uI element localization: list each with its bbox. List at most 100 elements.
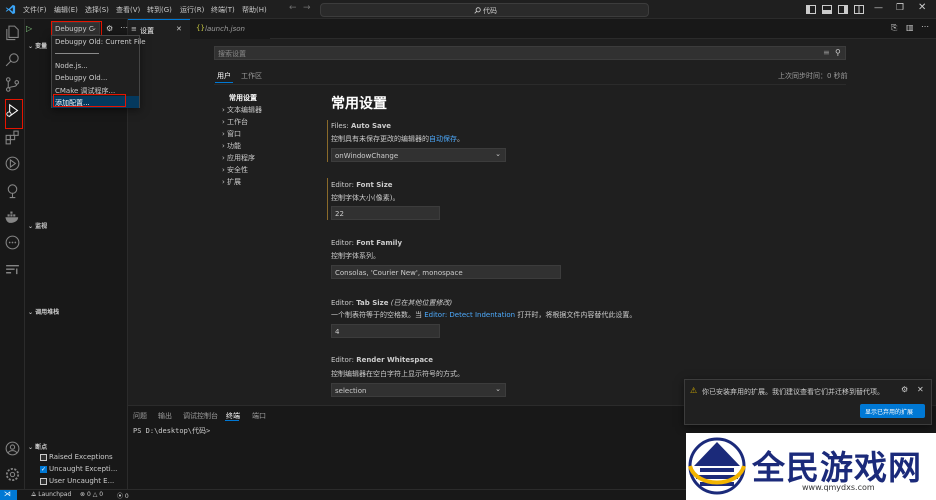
back-arrow-icon[interactable]: ←: [289, 3, 297, 13]
menu-terminal[interactable]: 终端(T): [211, 5, 235, 15]
cmake-icon[interactable]: [4, 260, 21, 277]
toc-item-workbench[interactable]: › 工作台: [222, 117, 248, 127]
more-actions-icon[interactable]: ⋯: [921, 22, 929, 31]
render-whitespace-select[interactable]: selection ⌄: [331, 383, 506, 397]
menu-help[interactable]: 帮助(H): [242, 5, 267, 15]
remote-indicator[interactable]: ⋊: [0, 490, 17, 500]
menu-run[interactable]: 运行(R): [180, 5, 204, 15]
start-debugging-icon[interactable]: ▷: [26, 24, 36, 34]
dropdown-item[interactable]: Debugpy Old: Current File: [55, 38, 146, 46]
toc-item-extensions[interactable]: › 扩展: [222, 177, 241, 187]
toggle-secondary-sidebar-icon[interactable]: [838, 5, 848, 14]
broadcast-icon: ⦿: [117, 493, 125, 500]
testing-icon[interactable]: [4, 155, 21, 172]
close-notification-icon[interactable]: ✕: [917, 385, 924, 394]
activity-bar: [0, 19, 25, 489]
manage-gear-icon[interactable]: [4, 466, 21, 483]
restore-icon[interactable]: ❐: [896, 3, 904, 13]
active-tab-underline: [225, 420, 239, 421]
select-value: selection: [335, 387, 367, 395]
panel-tab-problems[interactable]: 问题: [133, 411, 147, 421]
setting-description: 控制字体大小(像素)。: [331, 194, 400, 202]
site-watermark: 全民游戏网 www.qmydxs.com: [686, 433, 936, 500]
tab-user[interactable]: 用户: [217, 71, 231, 81]
auto-save-select[interactable]: onWindowChange ⌄: [331, 148, 506, 162]
open-settings-json-icon[interactable]: ⎘: [891, 23, 897, 33]
breakpoints-header[interactable]: ⌄ 断点: [28, 442, 47, 451]
docker-icon[interactable]: [4, 208, 21, 225]
notification-gear-icon[interactable]: ⚙: [901, 385, 908, 394]
editor-tab-bar: ≡ 设置 ✕ {} launch.json ⎘ ▥ ⋯: [128, 19, 936, 39]
toggle-primary-sidebar-icon[interactable]: [806, 5, 816, 14]
filter-icon[interactable]: ⚲: [835, 48, 841, 57]
tab-launch-json[interactable]: {} launch.json: [190, 19, 270, 39]
callstack-header[interactable]: ⌄ 调用堆栈: [28, 307, 59, 316]
modified-indicator: [327, 178, 328, 220]
watch-header[interactable]: ⌄ 监视: [28, 221, 47, 230]
open-launch-json-gear-icon[interactable]: ⚙: [106, 24, 113, 33]
close-tab-icon[interactable]: ✕: [176, 25, 182, 33]
dropdown-item[interactable]: Node.js...: [55, 62, 88, 70]
remote-explorer-icon[interactable]: [4, 182, 21, 199]
chevron-down-icon: ⌄: [495, 385, 501, 393]
setting-title: Editor: Font Family: [331, 239, 403, 247]
setting-title: Files: Auto Save: [331, 122, 392, 130]
panel-tab-output[interactable]: 输出: [158, 411, 172, 421]
more-actions-icon[interactable]: ⋯: [120, 23, 128, 32]
settings-search-input[interactable]: 搜索设置 ≡ ⚲: [214, 46, 846, 60]
split-editor-icon[interactable]: ▥: [906, 23, 914, 32]
notification-message: 你已安装弃用的扩展。我们建议查看它们并迁移到替代项。: [702, 388, 884, 396]
breakpoint-label: Raised Exceptions: [49, 453, 113, 461]
customize-layout-icon[interactable]: [854, 5, 864, 14]
toc-item-window[interactable]: › 窗口: [222, 129, 241, 139]
source-control-icon[interactable]: [4, 76, 21, 93]
toc-item-text-editor[interactable]: › 文本编辑器: [222, 105, 262, 115]
checkbox-checked-icon[interactable]: ✓: [40, 466, 47, 473]
search-view-icon[interactable]: [4, 51, 21, 68]
menu-go[interactable]: 转到(G): [147, 5, 172, 15]
problems-status[interactable]: ⊗ 0 △ 0: [80, 491, 103, 498]
setting-link[interactable]: Editor: Detect Indentation: [424, 311, 515, 319]
explorer-icon[interactable]: [4, 24, 21, 41]
variables-header[interactable]: ⌄ 变量: [28, 41, 47, 50]
launchpad-status[interactable]: ⟁ Launchpad: [31, 491, 71, 499]
command-center-search[interactable]: 代码: [320, 3, 649, 17]
tab-size-input[interactable]: 4: [331, 324, 440, 338]
toggle-panel-icon[interactable]: [822, 5, 832, 14]
font-family-input[interactable]: Consolas, 'Courier New', monospace: [331, 265, 561, 279]
minimize-icon[interactable]: —: [874, 3, 883, 13]
setting-link[interactable]: 自动保存: [429, 135, 457, 143]
terminal-prompt[interactable]: PS D:\desktop\代码>: [133, 426, 210, 436]
error-icon: ⊗: [80, 491, 87, 498]
menu-file[interactable]: 文件(F): [23, 5, 47, 15]
show-deprecated-extensions-button[interactable]: 显示已弃用的扩展: [860, 404, 925, 418]
toc-item-common[interactable]: 常用设置: [229, 93, 257, 103]
extensions-icon[interactable]: [4, 129, 21, 146]
panel-tab-ports[interactable]: 端口: [252, 411, 266, 421]
ellipsis-circle-icon[interactable]: [4, 234, 21, 251]
debug-highlight-box: [5, 99, 23, 129]
title-bar: 文件(F) 编辑(E) 选择(S) 查看(V) 转到(G) 运行(R) 终端(T…: [0, 0, 936, 19]
font-size-input[interactable]: 22: [331, 206, 440, 220]
close-window-icon[interactable]: ✕: [918, 2, 926, 13]
menu-view[interactable]: 查看(V): [116, 5, 140, 15]
setting-title: Editor: Font Size: [331, 181, 393, 189]
forward-arrow-icon[interactable]: →: [303, 3, 311, 13]
panel-tab-debug-console[interactable]: 调试控制台: [183, 411, 218, 421]
dropdown-item[interactable]: Debugpy Old...: [55, 74, 107, 82]
chevron-down-icon: ⌄: [495, 150, 501, 158]
ports-status[interactable]: ⦿ 0: [117, 491, 129, 500]
tab-workspace[interactable]: 工作区: [241, 71, 262, 81]
menu-selection[interactable]: 选择(S): [85, 5, 109, 15]
checkbox[interactable]: [40, 454, 47, 461]
setting-title: Editor: Render Whitespace: [331, 356, 433, 364]
toc-item-application[interactable]: › 应用程序: [222, 153, 255, 163]
accounts-icon[interactable]: [4, 440, 21, 457]
menu-edit[interactable]: 编辑(E): [54, 5, 78, 15]
checkbox[interactable]: [40, 478, 47, 485]
toc-item-features[interactable]: › 功能: [222, 141, 241, 151]
tab-label: 设置: [140, 27, 154, 35]
vscode-logo-icon: [5, 4, 16, 15]
toc-item-security[interactable]: › 安全性: [222, 165, 248, 175]
clear-filter-icon[interactable]: ≡: [823, 48, 830, 57]
